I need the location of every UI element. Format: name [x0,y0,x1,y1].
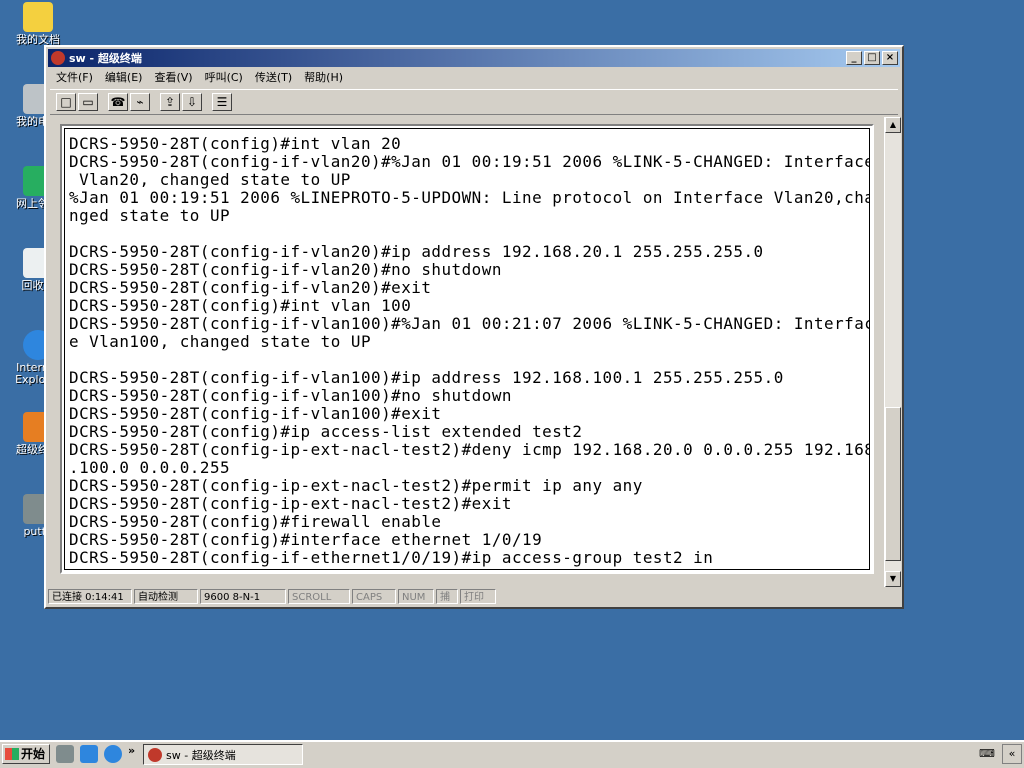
start-button[interactable]: 开始 [2,744,50,764]
keyboard-icon[interactable]: ⌨ [978,745,996,763]
terminal-line: DCRS-5950-28T(config-if-vlan100)#ip addr… [69,368,784,387]
menu-transfer[interactable]: 传送(T) [249,69,298,87]
terminal-line: DCRS-5950-28T(config-if-vlan100)#no shut… [69,386,512,405]
system-tray: ⌨ « [978,744,1022,764]
send-icon[interactable]: ⇪ [160,93,180,111]
internet-explorer-icon[interactable] [104,745,122,763]
menu-help[interactable]: 帮助(H) [298,69,349,87]
new-file-icon[interactable]: □ [56,93,76,111]
terminal-line: DCRS-5950-28T(config-if-vlan100)#exit [69,404,442,423]
terminal-line: Vlan20, changed state to UP [79,170,351,189]
terminal-line: DCRS-5950-28T(config-ip-ext-nacl-test2)#… [69,494,512,513]
terminal-line: DCRS-5950-28T(config)#ip access-list ext… [69,422,583,441]
menu-view[interactable]: 查看(V) [148,69,198,87]
terminal-line: %Jan 01 00:19:51 2006 %LINEPROTO-5-UPDOW… [69,188,870,207]
status-connected: 已连接 0:14:41 [48,588,132,604]
vertical-scrollbar[interactable]: ▲ ▼ [884,117,901,587]
terminal-line: DCRS-5950-28T(config-if-vlan20)#%Jan 01 … [69,152,870,171]
terminal-line: e Vlan100, changed state to UP [69,332,372,351]
toolbar: □ ▭ ☎ ⌁ ⇪ ⇩ ☰ [50,89,898,115]
terminal-line: DCRS-5950-28T(config)#firewall enable [69,512,442,531]
task-button-hyperterminal[interactable]: sw - 超级终端 [143,744,303,765]
desktop-icon-my-documents[interactable]: 我的文档 [8,2,68,46]
maximize-button[interactable]: □ [864,51,880,65]
terminal-frame: DCRS-5950-28T(config)#int vlan 20 DCRS-5… [60,124,874,574]
taskbar: 开始 » sw - 超级终端 ⌨ « [0,740,1024,768]
window-title: sw - 超级终端 [69,52,142,65]
properties-icon[interactable]: ☰ [212,93,232,111]
terminal-line: DCRS-5950-28T(config-if-ethernet1/0/19)#… [69,548,714,567]
terminal-line: DCRS-5950-28T(config-ip-ext-nacl-test2)#… [69,440,870,459]
terminal-line: DCRS-5950-28T(config-if-vlan100)#%Jan 01… [69,314,870,333]
terminal-output[interactable]: DCRS-5950-28T(config)#int vlan 20 DCRS-5… [64,128,870,570]
terminal-text: DCRS-5950-28T(config)#int vlan 20 DCRS-5… [65,129,869,567]
terminal-line: DCRS-5950-28T(config-if-vlan20)#ip addre… [69,242,764,261]
quicklaunch-chevron[interactable]: » [128,744,135,757]
status-num: NUM [398,588,434,604]
status-capture: 捕 [436,588,458,604]
status-scroll: SCROLL [288,588,350,604]
menu-bar: 文件(F) 编辑(E) 查看(V) 呼叫(C) 传送(T) 帮助(H) [50,69,349,87]
terminal-line: DCRS-5950-28T(config)#interface ethernet… [69,530,543,549]
menu-file[interactable]: 文件(F) [50,69,99,87]
terminal-line: DCRS-5950-28T(config-ip-ext-nacl-test2)#… [69,476,643,495]
terminal-line: DCRS-5950-28T(config)#int vlan 20 [69,134,402,153]
minimize-button[interactable]: _ [846,51,862,65]
terminal-line: nged state to UP [69,206,231,225]
status-detect: 自动检测 [134,588,198,604]
terminal-line: DCRS-5950-28T(config)#int vlan 100 [69,296,412,315]
quick-launch-icon[interactable] [80,745,98,763]
title-bar[interactable]: sw - 超级终端 _ □ × [48,49,900,67]
hyperterminal-window: sw - 超级终端 _ □ × 文件(F) 编辑(E) 查看(V) 呼叫(C) … [44,45,904,609]
status-port: 9600 8-N-1 [200,588,286,604]
status-bar: 已连接 0:14:41 自动检测 9600 8-N-1 SCROLL CAPS … [48,587,900,605]
terminal-line: .100.0 0.0.0.255 [69,458,231,477]
app-icon [51,51,65,65]
terminal-line: DCRS-5950-28T(config-if-vlan20)#no shutd… [69,260,502,279]
menu-call[interactable]: 呼叫(C) [199,69,249,87]
terminal-line: DCRS-5950-28T(config-if-vlan20)#exit [69,278,432,297]
receive-icon[interactable]: ⇩ [182,93,202,111]
folder-icon [23,2,53,32]
show-desktop-icon[interactable] [56,745,74,763]
tray-expand-icon[interactable]: « [1002,744,1022,764]
menu-edit[interactable]: 编辑(E) [99,69,149,87]
hyperterminal-icon [148,747,162,762]
call-icon[interactable]: ☎ [108,93,128,111]
scroll-thumb[interactable] [885,407,901,561]
close-button[interactable]: × [882,51,898,65]
windows-logo-icon [5,748,19,760]
status-caps: CAPS [352,588,396,604]
scroll-up-icon[interactable]: ▲ [885,117,901,133]
open-folder-icon[interactable]: ▭ [78,93,98,111]
scroll-down-icon[interactable]: ▼ [885,571,901,587]
status-print: 打印 [460,588,496,604]
disconnect-icon[interactable]: ⌁ [130,93,150,111]
